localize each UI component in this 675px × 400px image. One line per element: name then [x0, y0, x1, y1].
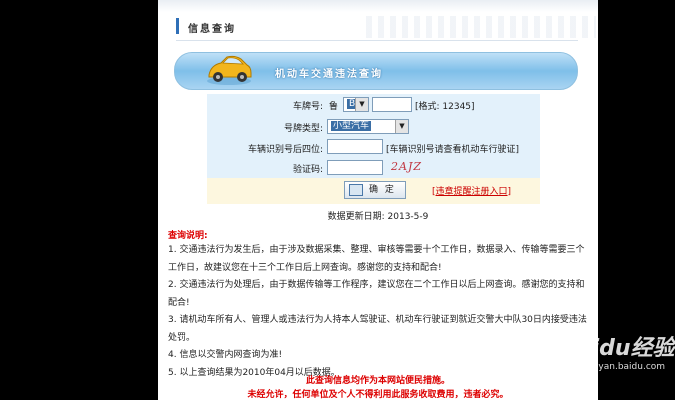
- vin-hint: [车辆识别号请查看机动车行驶证]: [386, 145, 520, 155]
- register-link-text[interactable]: 违章提醒注册入口: [436, 187, 508, 197]
- footer-notice-2: 未经允许，任何单位及个人不得利用此服务收取费用，违者必究。: [247, 390, 509, 400]
- notes-list: 1. 交通违法行为发生后，由于涉及数据采集、整理、审核等需要十个工作日，数据录入…: [168, 242, 592, 382]
- submit-label: 确 定: [369, 185, 396, 195]
- plate-number-input[interactable]: [372, 97, 412, 112]
- note-item: 4. 信息以交警内网查询为准!: [168, 350, 283, 360]
- vin-label: 车辆识别号后四位:: [247, 145, 323, 155]
- register-link-close: ]: [507, 187, 512, 197]
- top-strip: [158, 0, 598, 12]
- captcha-label: 验证码:: [292, 165, 323, 175]
- note-item: 3. 请机动车所有人、管理人或违法行为人持本人驾驶证、机动车行驶证到就近交警大中…: [168, 315, 587, 343]
- footer-notice-1: 此查询信息均作为本网站便民措施。: [305, 376, 450, 386]
- register-link[interactable]: [违章提醒注册入口]: [432, 184, 511, 197]
- note-item: 1. 交通违法行为发生后，由于涉及数据采集、整理、审核等需要十个工作日，数据录入…: [168, 245, 585, 273]
- plate-type-value: 小型汽车: [331, 121, 372, 131]
- chevron-down-icon[interactable]: ▼: [355, 98, 368, 111]
- title-accent-bar: [176, 18, 179, 34]
- plate-type-select[interactable]: 小型汽车 ▼: [327, 119, 409, 134]
- page-title: 信息查询: [188, 24, 236, 35]
- baidu-watermark: Baidu经验 jingyan.baidu.com: [560, 330, 675, 372]
- header-divider: [176, 40, 578, 41]
- captcha-image[interactable]: 2AJZ: [391, 160, 422, 173]
- chevron-down-icon[interactable]: ▼: [395, 120, 408, 133]
- watermark-logo: Baidu经验: [560, 336, 675, 361]
- submit-button[interactable]: 确 定: [344, 181, 406, 199]
- banner-title: 机动车交通违法查询: [275, 69, 383, 80]
- notes-title: 查询说明:: [168, 231, 208, 241]
- query-page: 信息查询 机动车交通违法查询 车牌号: 鲁 B ▼ [格式: 12345] 号牌…: [158, 0, 598, 400]
- car-icon: [207, 55, 252, 85]
- plate-type-label: 号牌类型:: [283, 124, 323, 134]
- vin-input[interactable]: [327, 139, 383, 154]
- section-header: 信息查询: [176, 16, 596, 38]
- plate-letter-select[interactable]: B ▼: [343, 97, 369, 112]
- watermark-url: jingyan.baidu.com: [582, 362, 666, 372]
- submit-icon: [349, 184, 363, 196]
- query-banner: 机动车交通违法查询: [174, 52, 578, 90]
- plate-label: 车牌号:: [292, 102, 323, 112]
- title-decoration: [366, 16, 596, 38]
- plate-format-hint: [格式: 12345]: [415, 102, 475, 112]
- captcha-input[interactable]: [327, 160, 383, 175]
- note-item: 2. 交通违法行为处理后，由于数据传输等工作程序，建议您在二个工作日以后上网查询…: [168, 280, 585, 308]
- update-date: 数据更新日期: 2013-5-9: [327, 212, 429, 222]
- plate-prefix: 鲁: [329, 102, 339, 112]
